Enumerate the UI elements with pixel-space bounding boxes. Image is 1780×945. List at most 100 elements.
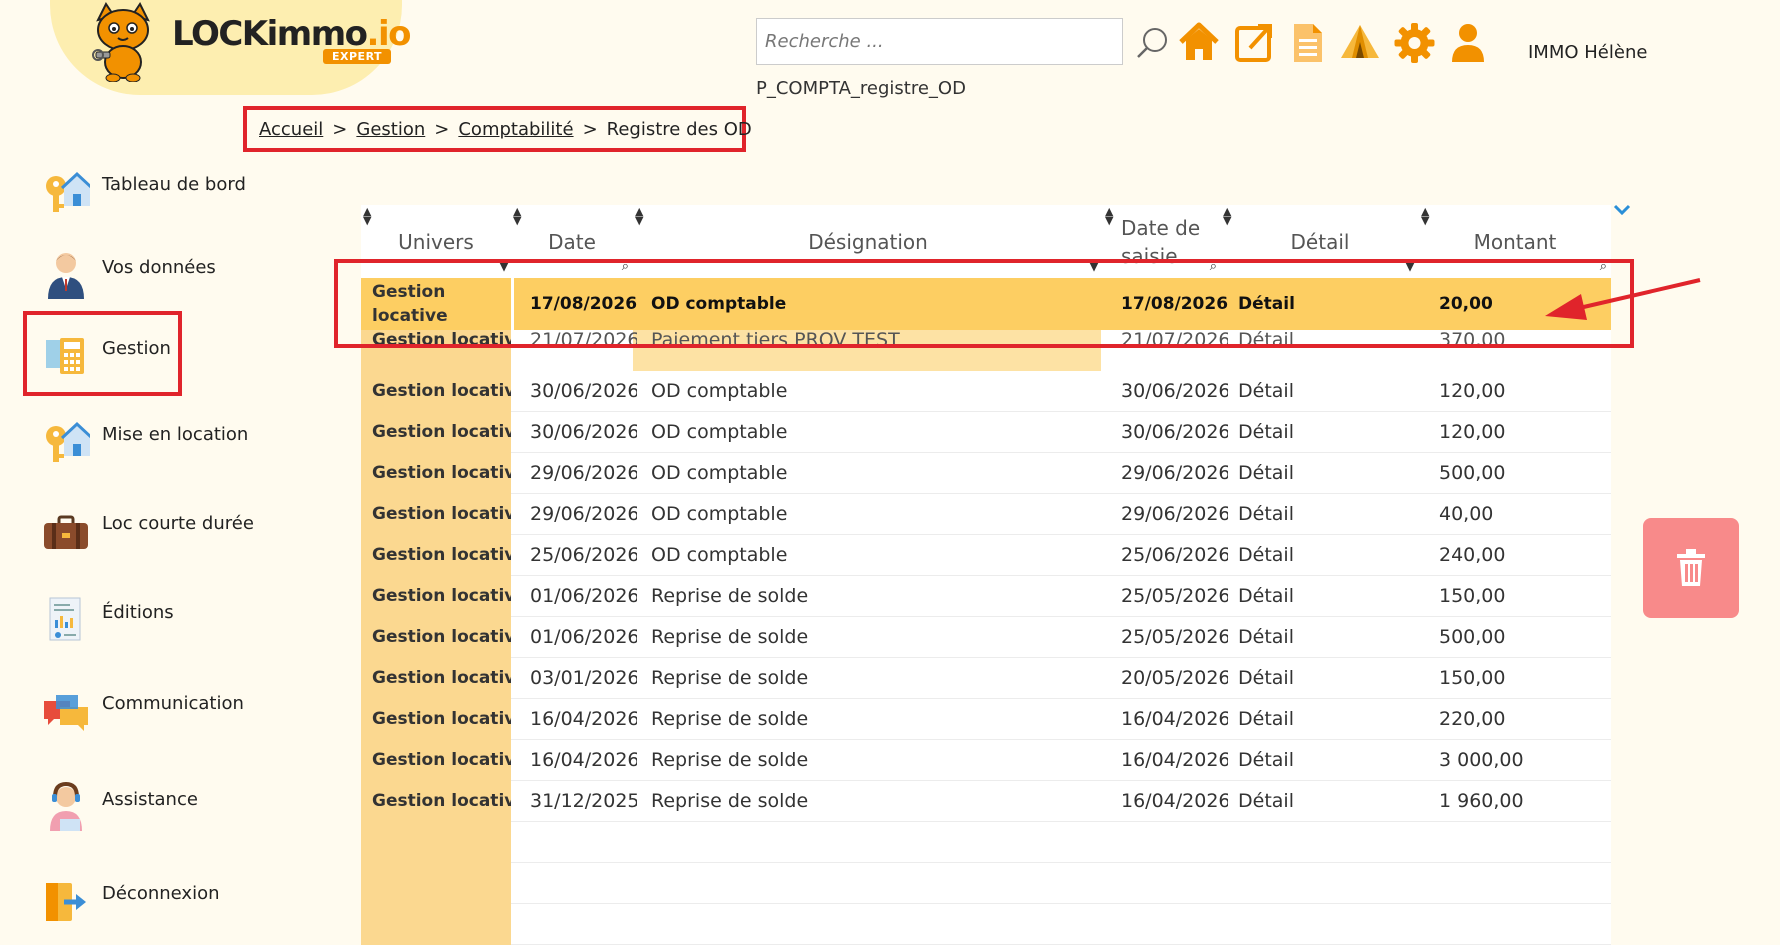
cell-detail[interactable]: Détail	[1238, 781, 1358, 822]
breadcrumb-separator: >	[434, 118, 450, 140]
sort-icon[interactable]: ▲ ▼	[635, 206, 643, 226]
sort-icon[interactable]: ▲ ▼	[1223, 206, 1231, 226]
sidebar-item-communication[interactable]: Communication	[42, 683, 244, 739]
cell-designation: Reprise de solde	[651, 585, 809, 607]
sidebar-item-gestion[interactable]: Gestion	[42, 328, 171, 384]
cell-date: 01/06/2026	[530, 626, 637, 648]
document-icon[interactable]	[1285, 20, 1329, 66]
cell-date: 03/01/2026	[530, 667, 637, 689]
sidebar-item-label: Déconnexion	[102, 882, 220, 904]
cell-date-saisie: 25/06/2026	[1121, 544, 1228, 566]
user-name[interactable]: IMMO Hélène	[1528, 42, 1647, 63]
sidebar-item-deconnexion[interactable]: Déconnexion	[42, 873, 220, 929]
cell-date: 31/12/2025	[530, 790, 637, 812]
chevron-down-icon[interactable]	[1612, 202, 1632, 218]
cell-date-saisie: 16/04/2026	[1121, 790, 1228, 812]
cell-montant: 500,00	[1439, 626, 1506, 648]
trash-icon	[1677, 549, 1705, 586]
table-row-empty	[361, 904, 1611, 945]
highlight-box-selected-row	[334, 259, 1634, 348]
cell-detail[interactable]: Détail	[1238, 699, 1358, 740]
sort-icon[interactable]: ▲ ▼	[1421, 206, 1429, 226]
table-row[interactable]: Gestion locative 25/06/2026 OD comptable 25…	[361, 535, 1611, 576]
cell-univers	[361, 904, 511, 945]
cell-date-saisie: 20/05/2026	[1121, 667, 1228, 689]
sidebar-item-editions[interactable]: Éditions	[42, 592, 174, 648]
table-row-empty	[361, 863, 1611, 904]
sidebar-item-loc-courte-duree[interactable]: Loc courte durée	[42, 503, 254, 559]
cell-univers: Gestion locative	[361, 576, 511, 617]
breadcrumb-gestion[interactable]: Gestion	[356, 119, 425, 140]
cell-date: 30/06/2026	[530, 421, 637, 443]
breadcrumb-separator: >	[582, 118, 598, 140]
cell-date-saisie: 25/05/2026	[1121, 626, 1228, 648]
search-icon[interactable]	[1133, 24, 1173, 62]
cell-designation: OD comptable	[651, 462, 788, 484]
cell-detail[interactable]: Détail	[1238, 371, 1358, 412]
cell-univers: Gestion locative	[361, 781, 511, 822]
table-row[interactable]: Gestion locative 16/04/2026 Reprise de sol…	[361, 740, 1611, 781]
sidebar-item-tableau-de-bord[interactable]: Tableau de bord	[42, 164, 246, 220]
cell-univers	[361, 863, 511, 904]
external-link-icon[interactable]	[1232, 20, 1276, 66]
tent-icon[interactable]	[1338, 20, 1382, 66]
cell-univers: Gestion locative	[361, 412, 511, 453]
cell-montant: 120,00	[1439, 380, 1506, 402]
user-icon[interactable]	[1446, 20, 1490, 66]
cell-detail[interactable]: Détail	[1238, 412, 1358, 453]
cell-detail[interactable]: Détail	[1238, 453, 1358, 494]
cell-detail[interactable]: Détail	[1238, 658, 1358, 699]
cell-univers: Gestion locative	[361, 494, 511, 535]
tiger-mascot-logo	[92, 2, 150, 82]
table-row[interactable]: Gestion locative 29/06/2026 OD comptable 29…	[361, 494, 1611, 535]
sort-icon[interactable]: ▲ ▼	[363, 206, 371, 226]
cell-detail[interactable]: Détail	[1238, 740, 1358, 781]
page-code: P_COMPTA_registre_OD	[756, 78, 966, 99]
cell-montant: 150,00	[1439, 585, 1506, 607]
chat-bubbles-icon	[44, 695, 88, 731]
report-icon	[49, 597, 81, 641]
logout-icon	[46, 883, 86, 921]
table-row[interactable]: Gestion locative 29/06/2026 OD comptable 29…	[361, 453, 1611, 494]
table-row[interactable]: Gestion locative 16/04/2026 Reprise de sol…	[361, 699, 1611, 740]
breadcrumb-comptabilite[interactable]: Comptabilité	[458, 119, 573, 140]
sidebar-item-label: Éditions	[102, 601, 174, 623]
sidebar-item-label: Tableau de bord	[102, 173, 246, 195]
table-row[interactable]: Gestion locative 31/12/2025 Reprise de sol…	[361, 781, 1611, 822]
search-input[interactable]	[756, 18, 1123, 65]
cell-detail[interactable]: Détail	[1238, 576, 1358, 617]
sort-icon[interactable]: ▲ ▼	[1105, 206, 1113, 226]
cell-montant: 150,00	[1439, 667, 1506, 689]
cell-date: 25/06/2026	[530, 544, 637, 566]
cell-univers: Gestion locative	[361, 617, 511, 658]
cell-univers: Gestion locative	[361, 699, 511, 740]
house-key-icon	[46, 171, 90, 212]
house-key-icon	[46, 421, 90, 462]
cell-montant: 240,00	[1439, 544, 1506, 566]
table-row[interactable]: Gestion locative 03/01/2026 Reprise de sol…	[361, 658, 1611, 699]
table-row[interactable]: Gestion locative 01/06/2026 Reprise de sol…	[361, 576, 1611, 617]
cell-univers: Gestion locative	[361, 535, 511, 576]
sidebar-item-mise-en-location[interactable]: Mise en location	[42, 414, 248, 470]
cell-montant: 120,00	[1439, 421, 1506, 443]
table-row[interactable]: Gestion locative 30/06/2026 OD comptable 30…	[361, 371, 1611, 412]
sidebar-item-vos-donnees[interactable]: Vos données	[42, 247, 216, 303]
breadcrumb-accueil[interactable]: Accueil	[259, 119, 323, 140]
cell-designation: Reprise de solde	[651, 667, 809, 689]
gear-icon[interactable]	[1392, 20, 1436, 66]
cell-detail[interactable]: Détail	[1238, 535, 1358, 576]
delete-button[interactable]	[1643, 518, 1739, 618]
table-row[interactable]: Gestion locative 01/06/2026 Reprise de sol…	[361, 617, 1611, 658]
cell-detail[interactable]: Détail	[1238, 494, 1358, 535]
expert-badge: EXPERT	[323, 49, 392, 64]
home-icon[interactable]	[1177, 20, 1221, 66]
cell-date: 29/06/2026	[530, 503, 637, 525]
table-row[interactable]: Gestion locative 30/06/2026 OD comptable 30…	[361, 412, 1611, 453]
sort-icon[interactable]: ▲ ▼	[513, 206, 521, 226]
cell-date-saisie: 29/06/2026	[1121, 503, 1228, 525]
cell-detail[interactable]: Détail	[1238, 617, 1358, 658]
sidebar-item-assistance[interactable]: Assistance	[42, 779, 198, 835]
cell-date: 01/06/2026	[530, 585, 637, 607]
cell-univers: Gestion locative	[361, 453, 511, 494]
cell-designation: OD comptable	[651, 421, 788, 443]
